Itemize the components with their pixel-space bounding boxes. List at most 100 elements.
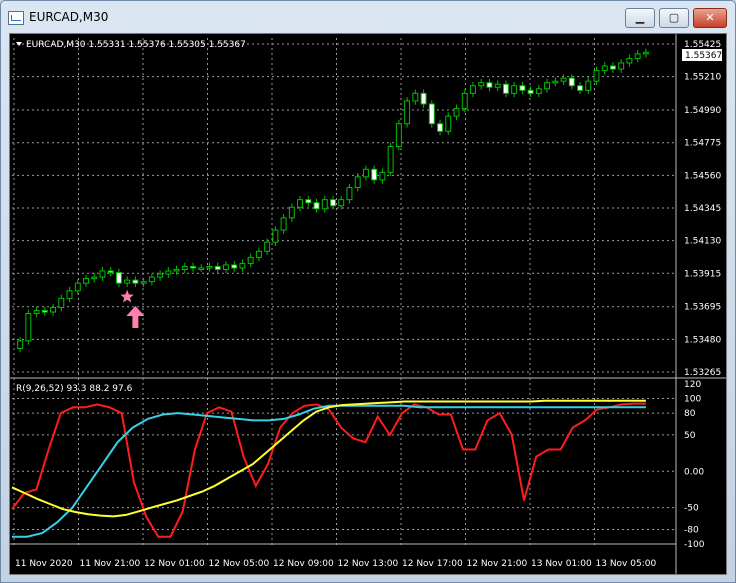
price-tick-label: 1.55210 xyxy=(684,73,721,83)
time-tick-label: 11 Nov 21:00 xyxy=(80,559,141,569)
candle-up xyxy=(280,217,287,231)
candle-up xyxy=(461,92,468,110)
candle-up xyxy=(601,65,608,72)
candle-down xyxy=(502,83,509,94)
candle-down xyxy=(371,168,378,181)
candle-down xyxy=(41,310,48,313)
candle-up xyxy=(642,51,649,55)
candle-up xyxy=(173,269,180,272)
candle-up xyxy=(395,123,402,147)
time-tick-label: 12 Nov 13:00 xyxy=(338,559,399,569)
minimize-button[interactable]: ▁ xyxy=(625,8,655,28)
price-tick-label: 1.54560 xyxy=(684,171,721,181)
candle-up xyxy=(66,290,73,299)
dropdown-triangle-icon[interactable] xyxy=(16,42,22,46)
candle-down xyxy=(486,82,493,88)
candle-down xyxy=(330,199,336,207)
price-tick-label: 1.53915 xyxy=(684,269,721,279)
price-tick-label: 1.54130 xyxy=(684,237,721,247)
price-tick-label: 1.54775 xyxy=(684,139,721,149)
price-tick-label: 1.54990 xyxy=(684,106,721,116)
candle-down xyxy=(190,265,196,269)
time-tick-label: 13 Nov 05:00 xyxy=(596,559,657,569)
chart-area[interactable]: 1.55425 1.55210 1.54990 1.54775 1.54560 1.543… xyxy=(9,33,727,575)
candle-up xyxy=(91,276,98,280)
candle-up xyxy=(157,273,164,278)
candle-up xyxy=(544,82,551,90)
candle-down xyxy=(313,202,320,210)
candle-up xyxy=(124,279,131,284)
candle-up xyxy=(50,306,57,313)
price-tick-label: 1.53480 xyxy=(684,335,721,345)
title-bar[interactable]: EURCAD,M30 ▁ ▢ ✕ xyxy=(1,1,735,34)
maximize-button[interactable]: ▢ xyxy=(659,8,689,28)
time-tick-label: 12 Nov 09:00 xyxy=(273,559,334,569)
indicator-tick-label: -100 xyxy=(684,540,705,550)
grid-lines xyxy=(12,38,676,546)
candle-up xyxy=(626,57,633,64)
indicator-lines xyxy=(11,399,646,538)
candle-up xyxy=(206,265,213,269)
window-title: EURCAD,M30 xyxy=(29,10,109,24)
candle-down xyxy=(568,77,575,87)
candle-up xyxy=(321,199,328,210)
time-tick-label: 12 Nov 05:00 xyxy=(209,559,270,569)
candle-up xyxy=(511,85,518,94)
indicator-info: R(9,26,52) 93.3 88.2 97.6 xyxy=(16,384,133,394)
candle-down xyxy=(420,92,427,105)
candle-up xyxy=(222,264,229,270)
candle-up xyxy=(560,77,567,82)
candle-up xyxy=(264,241,271,252)
chart-info: EURCAD,M30 1.55331 1.55376 1.55305 1.553… xyxy=(26,40,246,50)
signal-markers xyxy=(120,289,145,328)
candle-up xyxy=(181,265,188,271)
candle-up xyxy=(354,176,361,189)
candle-up xyxy=(387,146,394,173)
terminal-window: EURCAD,M30 ▁ ▢ ✕ 1.55425 1.55210 1.54990 1.… xyxy=(0,0,736,583)
candle-up xyxy=(33,310,40,315)
buy-arrow-icon xyxy=(126,305,145,328)
price-tick-label: 1.53265 xyxy=(684,368,721,378)
candle-down xyxy=(305,199,312,204)
indicator-tick-label: 50 xyxy=(684,431,696,441)
candle-down xyxy=(527,89,534,94)
candle-down xyxy=(231,264,238,269)
candle-up xyxy=(445,115,452,132)
candle-up xyxy=(148,276,155,283)
candle-down xyxy=(107,270,114,274)
candle-up xyxy=(618,62,625,70)
candle-up xyxy=(99,270,106,278)
candle-up xyxy=(593,70,600,82)
candle-up xyxy=(239,262,246,269)
candle-down xyxy=(132,279,139,284)
candle-up xyxy=(346,187,353,201)
indicator-tick-label: 120 xyxy=(684,380,701,390)
candle-up xyxy=(140,281,147,284)
candle-up xyxy=(58,297,65,308)
price-tick-label: 1.54345 xyxy=(684,204,721,214)
candle-up xyxy=(478,82,485,87)
candle-up xyxy=(535,88,542,94)
candle-up xyxy=(404,100,411,125)
indicator-tick-label: 100 xyxy=(684,395,701,405)
app-chart-icon xyxy=(8,11,24,25)
indicator-tick-label: 0.00 xyxy=(684,467,704,477)
price-and-indicator-chart[interactable]: 1.55425 1.55210 1.54990 1.54775 1.54560 1.543… xyxy=(10,34,726,574)
current-price: 1.55367 xyxy=(685,51,722,61)
indicator-tick-label: -80 xyxy=(684,525,699,535)
time-tick-label: 13 Nov 01:00 xyxy=(531,559,592,569)
candle-up xyxy=(83,278,89,284)
candle-down xyxy=(519,85,526,91)
close-button[interactable]: ✕ xyxy=(693,8,727,28)
candle-up xyxy=(634,53,641,59)
time-tick-label: 12 Nov 21:00 xyxy=(467,559,528,569)
star-marker-icon xyxy=(120,289,134,303)
price-tick-label: 1.55425 xyxy=(684,40,721,50)
candle-up xyxy=(453,108,460,117)
indicator-tick-label: -50 xyxy=(684,504,699,514)
axes: 1.55425 1.55210 1.54990 1.54775 1.54560 1.543… xyxy=(10,34,726,574)
indicator-tick-label: 80 xyxy=(684,409,696,419)
candle-up xyxy=(17,340,24,349)
candle-down xyxy=(577,85,583,91)
candle-up xyxy=(338,199,345,207)
